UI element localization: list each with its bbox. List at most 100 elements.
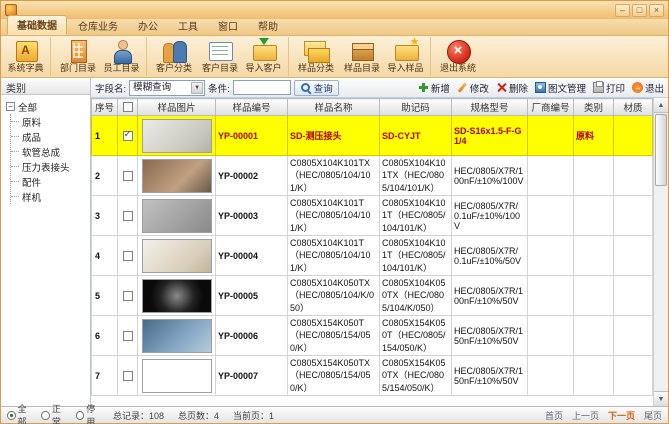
- col-header-name[interactable]: 样品名称: [287, 98, 380, 116]
- ribbon-button[interactable]: 系统字典: [5, 37, 51, 76]
- category-sidebar: 类别 − 全部 原料 成品 软管总成 压力表接头 配件 样机: [1, 78, 91, 406]
- ribbon-button[interactable]: 样品分类: [293, 37, 339, 76]
- scrollbar-thumb[interactable]: [655, 114, 667, 186]
- tree-item-label: 压力表接头: [22, 162, 70, 174]
- action-button[interactable]: 删除: [496, 81, 528, 95]
- ribbon-button-label: 样品目录: [343, 63, 380, 73]
- col-header-code[interactable]: 样品编号: [215, 98, 288, 116]
- ribbon-button-icon: [12, 39, 40, 62]
- row-checkbox[interactable]: [122, 290, 133, 301]
- ribbon-button[interactable]: 导入客户: [243, 37, 289, 76]
- ribbon-button[interactable]: 客户分类: [151, 37, 197, 76]
- ribbon-button[interactable]: 部门目录: [55, 37, 101, 76]
- ribbon-button-icon: [206, 39, 234, 61]
- row-checkbox[interactable]: [122, 210, 133, 221]
- row-checkbox[interactable]: [122, 330, 133, 341]
- chevron-down-icon[interactable]: ▼: [191, 81, 204, 94]
- row-number: 1: [91, 115, 118, 156]
- tree-item-label: 配件: [22, 177, 42, 189]
- action-button[interactable]: 打印: [592, 81, 625, 95]
- menu-tab[interactable]: 基础数据: [7, 15, 67, 35]
- sample-material: [613, 355, 653, 396]
- row-checkbox[interactable]: [122, 170, 133, 181]
- sample-mnemonic: C0805X104K101TX（HEC/0805/104/101/K）: [379, 155, 452, 196]
- radio-icon: [7, 410, 16, 420]
- sample-spec: HEC/0805/X7R/150nF/±10%/50V: [451, 315, 528, 356]
- action-button[interactable]: 图文管理: [534, 81, 586, 95]
- table-row[interactable]: 1 YP-00001 SD-测压接头 SD-CYJT SD-S16x1.5-F-…: [91, 115, 653, 156]
- table-row[interactable]: 6 YP-00006 C0805X154K050T（HEC/0805/154/0…: [91, 315, 653, 356]
- ribbon-button-icon: [348, 39, 376, 61]
- tree-item[interactable]: 配件: [11, 174, 88, 189]
- tree-item[interactable]: 样机: [11, 189, 88, 204]
- action-button-icon: [631, 82, 643, 93]
- sample-name: C0805X104K101TX（HEC/0805/104/101/K）: [287, 155, 380, 196]
- tree-root[interactable]: − 全部: [6, 99, 88, 114]
- col-header-category[interactable]: 类别: [573, 98, 614, 116]
- table-row[interactable]: 7 YP-00007 C0805X154K050TX（HEC/0805/154/…: [91, 355, 653, 396]
- minimize-button[interactable]: –: [615, 3, 630, 17]
- menu-tab[interactable]: 工具: [169, 17, 207, 35]
- tree-expander-icon[interactable]: −: [6, 102, 15, 111]
- action-button[interactable]: 退出: [631, 81, 664, 95]
- status-radio-label: 全部: [17, 404, 27, 424]
- ribbon-button[interactable]: 样品目录: [339, 37, 385, 76]
- vertical-scrollbar[interactable]: ▲ ▼: [653, 98, 668, 406]
- close-button[interactable]: ×: [649, 3, 664, 17]
- col-header-mnemonic[interactable]: 助记码: [379, 98, 452, 116]
- col-header-image[interactable]: 样品图片: [137, 98, 216, 116]
- row-number: 7: [91, 355, 118, 396]
- table-row[interactable]: 2 YP-00002 C0805X104K101TX（HEC/0805/104/…: [91, 155, 653, 196]
- sample-mnemonic: C0805X104K101T（HEC/0805/104/101/K）: [379, 195, 452, 236]
- action-button[interactable]: 修改: [457, 81, 489, 95]
- table-row[interactable]: 4 YP-00004 C0805X104K101T（HEC/0805/104/1…: [91, 235, 653, 276]
- sample-vendor-code: [527, 355, 574, 396]
- col-header-spec[interactable]: 规格型号: [451, 98, 528, 116]
- scroll-up-icon[interactable]: ▲: [654, 98, 668, 113]
- field-select[interactable]: 模糊查询 ▼: [129, 79, 206, 96]
- ribbon-button[interactable]: 员工目录: [101, 37, 147, 76]
- sample-material: [613, 275, 653, 316]
- tree-item-label: 样机: [22, 192, 42, 204]
- action-button-label: 新增: [430, 83, 450, 95]
- sample-spec: HEC/0805/X7R/100nF/±10%/50V: [451, 275, 528, 316]
- ribbon-button[interactable]: 退出系统: [435, 37, 481, 76]
- menu-tab[interactable]: 仓库业务: [69, 17, 127, 35]
- pagination-button[interactable]: 下一页: [608, 409, 635, 422]
- row-checkbox[interactable]: [122, 370, 133, 381]
- ribbon-button[interactable]: 导入样品: [385, 35, 431, 76]
- status-radio[interactable]: 全部: [7, 402, 34, 424]
- row-checkbox[interactable]: [122, 250, 133, 261]
- table-row[interactable]: 5 YP-00005 C0805X104K050TX（HEC/0805/104/…: [91, 275, 653, 316]
- search-button[interactable]: 查询: [293, 79, 339, 96]
- row-checkbox[interactable]: [122, 129, 133, 141]
- tree-item[interactable]: 成品: [11, 129, 88, 144]
- status-radio[interactable]: 正常: [41, 402, 68, 424]
- row-number: 5: [91, 275, 118, 316]
- scroll-down-icon[interactable]: ▼: [654, 391, 668, 406]
- status-bar: 全部 正常 停用 总记录：108 总页数：4 当前页：1 首页 上一页 下一页 …: [1, 404, 668, 424]
- col-header-index[interactable]: 序号: [91, 98, 118, 116]
- sample-grid: 序号 样品图片 样品编号 样品名称 助记码 规格型号 厂商编号 类别 材质 1 …: [91, 98, 668, 406]
- sample-category: [573, 355, 614, 396]
- sample-mnemonic: C0805X154K050T（HEC/0805/154/050/K）: [379, 315, 452, 356]
- action-button-label: 修改: [469, 83, 489, 95]
- menu-tab[interactable]: 办公: [129, 17, 167, 35]
- status-radio[interactable]: 停用: [75, 402, 103, 424]
- menu-tab[interactable]: 帮助: [249, 17, 287, 35]
- menu-tab[interactable]: 窗口: [209, 17, 247, 35]
- col-header-material[interactable]: 材质: [613, 98, 653, 116]
- pagination-button[interactable]: 尾页: [644, 409, 662, 422]
- tree-item[interactable]: 软管总成: [11, 144, 88, 159]
- maximize-button[interactable]: □: [632, 3, 647, 17]
- pagination-button[interactable]: 上一页: [572, 409, 599, 422]
- tree-item[interactable]: 压力表接头: [11, 159, 88, 174]
- col-header-vendor[interactable]: 厂商编号: [527, 98, 574, 116]
- tree-item[interactable]: 原料: [11, 114, 88, 129]
- condition-input[interactable]: [232, 80, 291, 95]
- select-all-checkbox[interactable]: [122, 101, 133, 112]
- action-button[interactable]: 新增: [417, 81, 450, 95]
- ribbon-button[interactable]: 客户目录: [197, 37, 243, 76]
- pagination-button[interactable]: 首页: [545, 409, 563, 422]
- table-row[interactable]: 3 YP-00003 C0805X104K101T（HEC/0805/104/1…: [91, 195, 653, 236]
